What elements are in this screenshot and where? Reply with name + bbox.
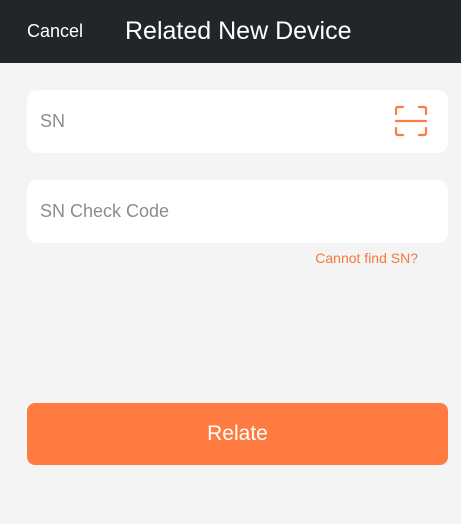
cancel-button[interactable]: Cancel: [27, 0, 83, 63]
page-title: Related New Device: [125, 17, 352, 45]
sn-input[interactable]: [40, 90, 380, 153]
check-code-input[interactable]: [40, 180, 380, 243]
top-bar: Cancel Related New Device: [0, 0, 461, 63]
cannot-find-sn-link[interactable]: Cannot find SN?: [315, 250, 418, 266]
check-code-field: [27, 180, 448, 243]
sn-field: [27, 90, 448, 153]
relate-button[interactable]: Relate: [27, 403, 448, 465]
scan-icon[interactable]: [394, 105, 428, 137]
